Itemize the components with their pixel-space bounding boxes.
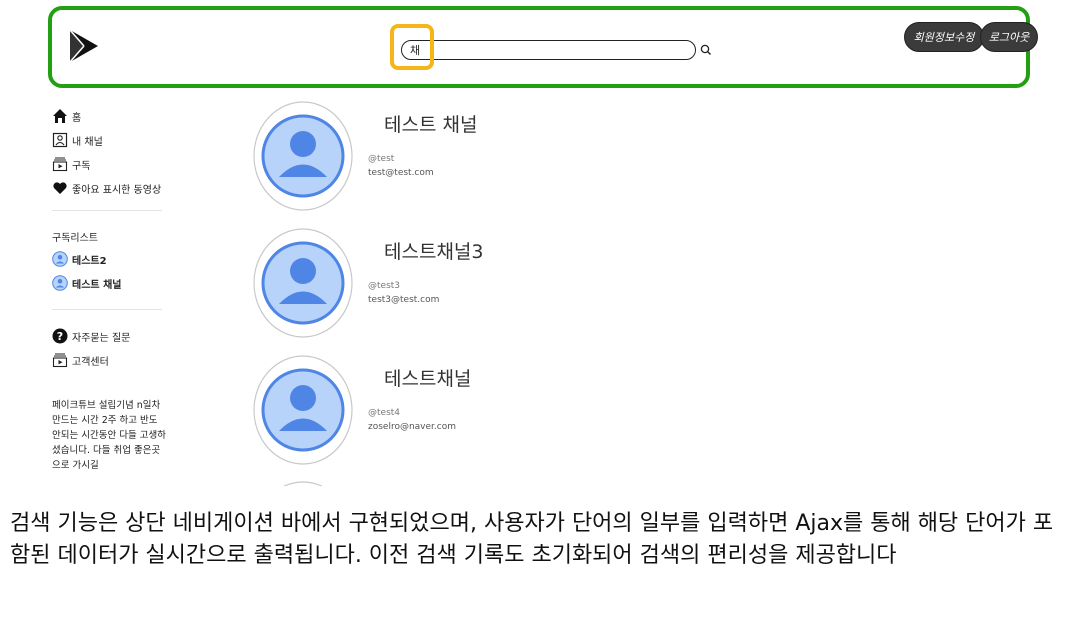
sidebar-subscription-item[interactable]: 테스트2: [52, 247, 172, 271]
channel-handle: @test: [368, 154, 395, 164]
channel-result-partial[interactable]: [250, 476, 950, 486]
sidebar-item-my-channel[interactable]: 내 채널: [52, 128, 172, 152]
channel-name[interactable]: 테스트 채널: [384, 110, 477, 137]
avatar-icon: [52, 275, 68, 291]
channel-avatar[interactable]: [252, 100, 354, 212]
sidebar-note: 페이크튜브 설립기념 n일차 만드는 시간 2주 하고 반도 안되는 시간동안 …: [52, 400, 166, 471]
channel-avatar[interactable]: [252, 227, 354, 339]
channel-result[interactable]: 테스트채널3 @test3 test3@test.com: [250, 223, 950, 343]
sidebar-subscription-item[interactable]: 테스트 채널: [52, 271, 172, 295]
sidebar-divider: [52, 309, 162, 310]
subscription-icon: [52, 352, 68, 368]
sidebar: 홈 내 채널 구독 좋아요 표시한 동영상 구독리스트 테스트2 테스트 채널: [52, 104, 172, 473]
question-icon: ?: [52, 328, 68, 344]
channel-email: zoselro@naver.com: [368, 422, 457, 432]
person-box-icon: [52, 132, 68, 148]
avatar-icon: [52, 251, 68, 267]
edit-profile-button[interactable]: 회원정보수정: [904, 22, 984, 52]
top-navigation-bar: 회원정보수정 로그아웃: [48, 6, 1038, 88]
channel-email: test3@test.com: [368, 295, 440, 305]
heart-icon: [52, 180, 68, 196]
logo-play-icon[interactable]: [68, 28, 100, 64]
sidebar-item-faq[interactable]: ? 자주묻는 질문: [52, 324, 172, 348]
sidebar-item-label: 홈: [72, 112, 82, 124]
channel-result[interactable]: 테스트채널 @test4 zoselro@naver.com: [250, 350, 950, 470]
search-results: 테스트 채널 @test test@test.com 테스트채널3 @test3…: [250, 96, 950, 486]
sidebar-item-label: 내 채널: [72, 136, 103, 148]
search-icon[interactable]: [699, 42, 715, 58]
description-caption: 검색 기능은 상단 네비게이션 바에서 구현되었으며, 사용자가 단어의 일부를…: [10, 511, 1054, 568]
sidebar-item-liked-videos[interactable]: 좋아요 표시한 동영상: [52, 176, 172, 200]
search-bar: [401, 40, 721, 62]
sidebar-item-customer-center[interactable]: 고객센터: [52, 348, 172, 372]
logout-button[interactable]: 로그아웃: [980, 22, 1038, 52]
subscription-list-title: 구독리스트: [52, 232, 98, 244]
sidebar-item-subscriptions[interactable]: 구독: [52, 152, 172, 176]
sidebar-divider: [52, 210, 162, 211]
sidebar-item-label: 테스트 채널: [72, 279, 122, 291]
channel-handle: @test4: [368, 408, 401, 418]
sidebar-item-label: 고객센터: [72, 356, 109, 368]
channel-email: test@test.com: [368, 168, 434, 178]
sidebar-item-home[interactable]: 홈: [52, 104, 172, 128]
channel-handle: @test3: [368, 281, 401, 291]
svg-text:?: ?: [57, 330, 63, 343]
channel-avatar[interactable]: [252, 480, 354, 486]
search-input[interactable]: [401, 40, 696, 60]
channel-name[interactable]: 테스트채널3: [384, 237, 484, 264]
sidebar-item-label: 좋아요 표시한 동영상: [72, 184, 162, 196]
subscription-icon: [52, 156, 68, 172]
sidebar-item-label: 구독: [72, 160, 91, 172]
channel-avatar[interactable]: [252, 354, 354, 466]
channel-name[interactable]: 테스트채널: [384, 364, 471, 391]
sidebar-item-label: 테스트2: [72, 255, 107, 267]
channel-result[interactable]: 테스트 채널 @test test@test.com: [250, 96, 950, 216]
home-icon: [52, 108, 68, 124]
sidebar-item-label: 자주묻는 질문: [72, 332, 131, 344]
